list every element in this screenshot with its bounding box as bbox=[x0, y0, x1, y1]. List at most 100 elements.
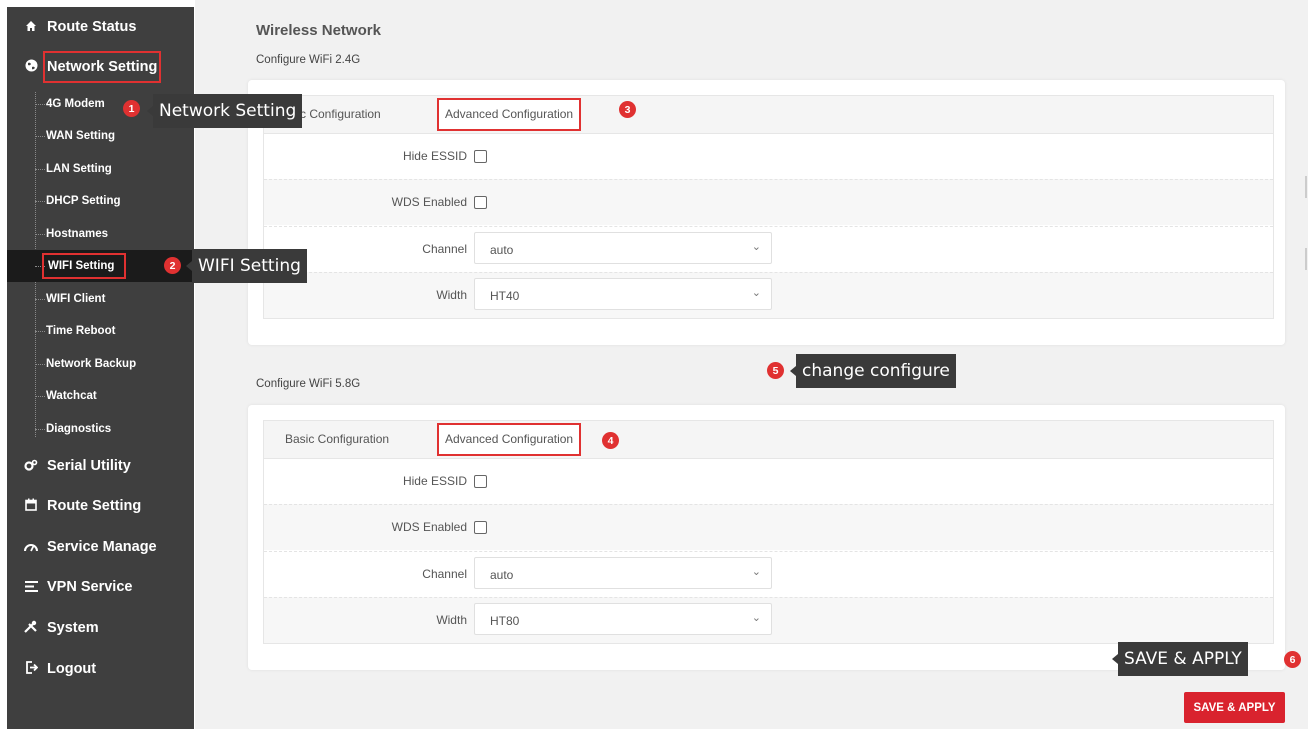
width-select[interactable]: HT80 ⌄ bbox=[474, 603, 772, 635]
nav-route-status[interactable]: Route Status bbox=[7, 9, 194, 45]
row-width: Width HT80 ⌄ bbox=[264, 597, 1273, 643]
row-channel: Channel auto ⌄ bbox=[264, 226, 1273, 272]
hide-essid-checkbox[interactable] bbox=[474, 475, 487, 488]
nav-route-setting-label: Route Setting bbox=[47, 498, 142, 514]
wifi24-card: c Configuration Advanced Configuration H… bbox=[248, 80, 1285, 345]
scroll-edge-mark bbox=[1305, 176, 1307, 198]
sub-item-label: Time Reboot bbox=[46, 325, 116, 337]
channel-select-value: auto bbox=[490, 243, 514, 257]
globe-icon bbox=[23, 59, 39, 75]
wifi58-card: Basic Configuration Advanced Configurati… bbox=[248, 405, 1285, 670]
sub-item-label: LAN Setting bbox=[46, 163, 112, 175]
nav-logout-label: Logout bbox=[47, 661, 97, 677]
sub-item-label: Network Backup bbox=[46, 358, 137, 370]
section-title-wifi24: Configure WiFi 2.4G bbox=[256, 54, 361, 66]
sub-item-label: WIFI Client bbox=[46, 293, 106, 305]
nav-serial-utility-label: Serial Utility bbox=[47, 458, 131, 474]
sub-network-backup[interactable]: Network Backup bbox=[7, 348, 194, 380]
nav-route-setting[interactable]: Route Setting bbox=[7, 488, 194, 524]
channel-label: Channel bbox=[422, 242, 467, 256]
sub-item-label: Hostnames bbox=[46, 228, 108, 240]
sub-item-label: 4G Modem bbox=[46, 98, 105, 110]
nav-network-setting-label: Network Setting bbox=[43, 51, 162, 83]
wifi58-tabbar: Basic Configuration Advanced Configurati… bbox=[264, 421, 1273, 459]
sub-hostnames[interactable]: Hostnames bbox=[7, 218, 194, 250]
chevron-down-icon: ⌄ bbox=[751, 241, 761, 253]
sub-watchcat[interactable]: Watchcat bbox=[7, 380, 194, 412]
nav-network-setting[interactable]: Network Setting bbox=[7, 49, 194, 85]
annotation-callout-change-configure: change configure bbox=[790, 354, 956, 388]
tab-advanced-configuration[interactable]: Advanced Configuration bbox=[437, 98, 582, 131]
row-hide-essid: Hide ESSID bbox=[264, 459, 1273, 504]
nav-logout[interactable]: Logout bbox=[7, 651, 194, 687]
nav-service-manage[interactable]: Service Manage bbox=[7, 529, 194, 565]
channel-label: Channel bbox=[422, 567, 467, 581]
list-icon bbox=[23, 580, 39, 595]
hide-essid-label: Hide ESSID bbox=[402, 149, 467, 163]
nav-vpn-service[interactable]: VPN Service bbox=[7, 569, 194, 605]
wds-enabled-label: WDS Enabled bbox=[391, 195, 467, 209]
main-content: Wireless Network Configure WiFi 2.4G c C… bbox=[195, 0, 1308, 729]
wifi24-tabbar: c Configuration Advanced Configuration bbox=[264, 96, 1273, 134]
channel-select[interactable]: auto ⌄ bbox=[474, 232, 772, 264]
row-wds-enabled: WDS Enabled bbox=[264, 504, 1273, 550]
width-select-value: HT40 bbox=[490, 289, 520, 303]
sub-wifi-client[interactable]: WIFI Client bbox=[7, 283, 194, 315]
sub-item-label: DHCP Setting bbox=[46, 195, 121, 207]
wds-enabled-label: WDS Enabled bbox=[391, 520, 467, 534]
scroll-edge-mark bbox=[1305, 248, 1307, 270]
nav-service-manage-label: Service Manage bbox=[47, 539, 157, 555]
annotation-badge-1: 1 bbox=[123, 100, 140, 117]
annotation-badge-5: 5 bbox=[767, 362, 784, 379]
nav-serial-utility[interactable]: Serial Utility bbox=[7, 448, 194, 484]
annotation-badge-4: 4 bbox=[602, 432, 619, 449]
wds-enabled-checkbox[interactable] bbox=[474, 196, 487, 209]
home-icon bbox=[23, 20, 39, 35]
chevron-down-icon: ⌄ bbox=[751, 566, 761, 578]
width-label: Width bbox=[436, 613, 467, 627]
tab-basic-configuration[interactable]: c Configuration bbox=[300, 96, 381, 133]
wifi24-panel: c Configuration Advanced Configuration H… bbox=[263, 95, 1274, 319]
hide-essid-label: Hide ESSID bbox=[402, 474, 467, 488]
row-width: Width HT40 ⌄ bbox=[264, 272, 1273, 318]
gauge-icon bbox=[23, 540, 39, 555]
section-title-wifi58: Configure WiFi 5.8G bbox=[256, 378, 361, 390]
annotation-badge-2: 2 bbox=[164, 257, 181, 274]
channel-select[interactable]: auto ⌄ bbox=[474, 557, 772, 589]
page-title: Wireless Network bbox=[256, 22, 381, 39]
nav-system-label: System bbox=[47, 620, 99, 636]
sub-item-label: WIFI Setting bbox=[42, 253, 127, 279]
calendar-icon bbox=[23, 498, 39, 514]
wds-enabled-checkbox[interactable] bbox=[474, 521, 487, 534]
sub-item-label: Diagnostics bbox=[46, 423, 112, 435]
width-label: Width bbox=[436, 288, 467, 302]
sub-dhcp-setting[interactable]: DHCP Setting bbox=[7, 185, 194, 217]
nav-route-status-label: Route Status bbox=[47, 19, 137, 35]
channel-select-value: auto bbox=[490, 568, 514, 582]
nav-vpn-service-label: VPN Service bbox=[47, 579, 133, 595]
sub-diagnostics[interactable]: Diagnostics bbox=[7, 413, 194, 445]
sub-time-reboot[interactable]: Time Reboot bbox=[7, 315, 194, 347]
row-wds-enabled: WDS Enabled bbox=[264, 179, 1273, 225]
width-select-value: HT80 bbox=[490, 614, 520, 628]
annotation-badge-3: 3 bbox=[619, 101, 636, 118]
nav-system[interactable]: System bbox=[7, 610, 194, 646]
save-apply-button[interactable]: SAVE & APPLY bbox=[1184, 692, 1285, 723]
chevron-down-icon: ⌄ bbox=[751, 612, 761, 624]
wifi58-panel: Basic Configuration Advanced Configurati… bbox=[263, 420, 1274, 644]
chevron-down-icon: ⌄ bbox=[751, 287, 761, 299]
annotation-callout-wifi-setting: WIFI Setting bbox=[186, 249, 307, 283]
sub-lan-setting[interactable]: LAN Setting bbox=[7, 153, 194, 185]
width-select[interactable]: HT40 ⌄ bbox=[474, 278, 772, 310]
row-channel: Channel auto ⌄ bbox=[264, 551, 1273, 597]
tab-advanced-configuration[interactable]: Advanced Configuration bbox=[437, 423, 582, 456]
annotation-callout-save-apply: SAVE & APPLY bbox=[1112, 642, 1248, 676]
tab-basic-configuration[interactable]: Basic Configuration bbox=[285, 421, 389, 458]
tools-icon bbox=[23, 620, 39, 636]
row-hide-essid: Hide ESSID bbox=[264, 134, 1273, 179]
annotation-callout-network-setting: Network Setting bbox=[146, 94, 303, 128]
hide-essid-checkbox[interactable] bbox=[474, 150, 487, 163]
annotation-badge-6: 6 bbox=[1284, 651, 1301, 668]
logout-icon bbox=[23, 661, 39, 677]
gears-icon bbox=[23, 459, 39, 474]
